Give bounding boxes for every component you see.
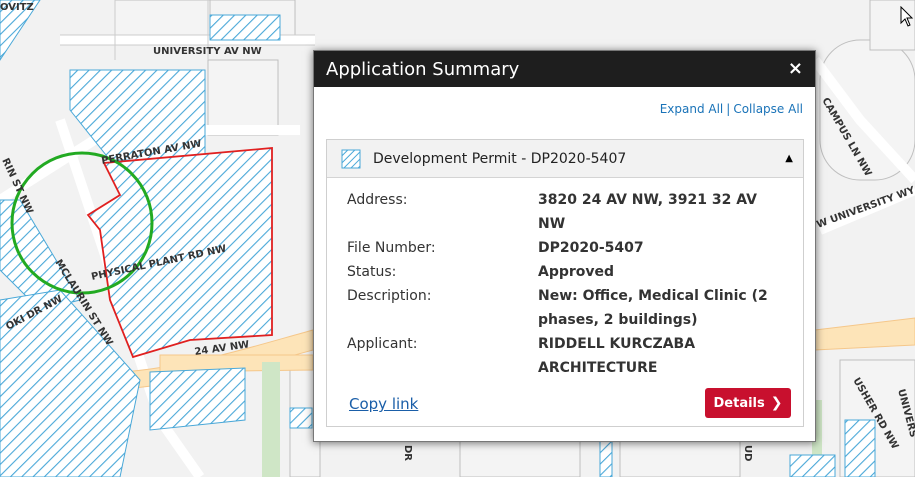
collapse-arrow-icon[interactable]: ▲ xyxy=(785,153,793,164)
street-label-ovitz: OVITZ xyxy=(0,2,34,13)
field-row-applicant: Applicant: RIDDELL KURCZABA ARCHITECTURE xyxy=(347,332,787,380)
popup-header: Application Summary × xyxy=(314,51,815,87)
field-row-description: Description: New: Office, Medical Clinic… xyxy=(347,284,787,332)
field-row-file-number: File Number: DP2020-5407 xyxy=(347,236,787,260)
close-icon[interactable]: × xyxy=(788,60,803,78)
field-value: 3820 24 AV NW, 3921 32 AV NW xyxy=(538,192,757,232)
field-row-address: Address: 3820 24 AV NW, 3921 32 AV NW xyxy=(347,188,787,236)
field-row-status: Status: Approved xyxy=(347,260,787,284)
development-permit-icon xyxy=(341,149,361,168)
field-label: File Number: xyxy=(347,240,436,256)
field-value: Approved xyxy=(538,264,615,280)
field-label: Address: xyxy=(347,192,408,208)
street-label-university-av-nw: UNIVERSITY AV NW xyxy=(153,46,262,57)
field-label: Applicant: xyxy=(347,336,418,352)
chevron-right-icon: ❯ xyxy=(770,395,783,411)
field-value: New: Office, Medical Clinic (2 phases, 2… xyxy=(538,288,768,328)
field-label: Status: xyxy=(347,264,397,280)
street-label-ud: UD xyxy=(742,445,753,461)
expand-collapse-controls: Expand All | Collapse All xyxy=(660,102,803,116)
street-label-dr: DR xyxy=(402,445,413,461)
permit-accordion-header[interactable]: Development Permit - DP2020-5407 ▲ xyxy=(327,140,803,178)
collapse-all-link[interactable]: Collapse All xyxy=(733,102,803,116)
permit-heading: Development Permit - DP2020-5407 xyxy=(373,150,627,167)
expand-all-link[interactable]: Expand All xyxy=(660,102,724,116)
permit-accordion: Development Permit - DP2020-5407 ▲ Addre… xyxy=(326,139,804,427)
field-value: DP2020-5407 xyxy=(538,240,644,256)
popup-title: Application Summary xyxy=(326,58,520,80)
field-value: RIDDELL KURCZABA ARCHITECTURE xyxy=(538,336,696,376)
mouse-cursor-icon xyxy=(900,6,914,27)
details-button-label: Details xyxy=(713,395,765,411)
separator: | xyxy=(726,102,731,116)
permit-details: Address: 3820 24 AV NW, 3921 32 AV NW Fi… xyxy=(347,188,787,386)
copy-link[interactable]: Copy link xyxy=(349,395,418,413)
details-button[interactable]: Details ❯ xyxy=(705,388,791,418)
field-label: Description: xyxy=(347,288,432,304)
application-summary-popup: Application Summary × Expand All | Collaps… xyxy=(313,50,816,442)
